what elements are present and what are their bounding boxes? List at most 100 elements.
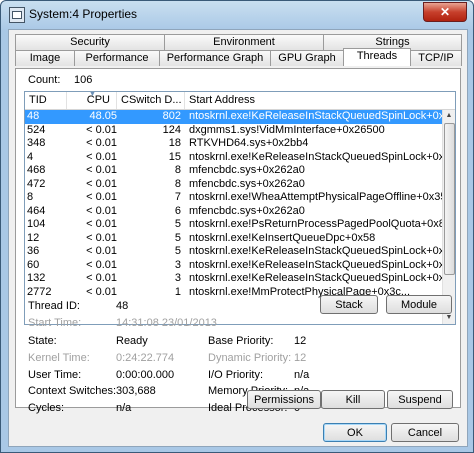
column-header-cswitch[interactable]: CSwitch D... [117,92,185,109]
thread-address-cell: dxgmms1.sys!VidMmInterface+0x26500 [189,123,385,136]
context-switches-label: Context Switches: [28,385,117,397]
thread-address-cell: mfencbdc.sys+0x262a0 [189,204,305,217]
column-header-cpu[interactable]: ▼ CPU [67,92,117,109]
thread-cpu-cell: < 0.01 [86,272,117,284]
thread-cswitch-cell: 3 [174,272,181,284]
base-priority-label: Base Priority: [208,335,274,347]
thread-tid-cell: 348 [27,137,46,149]
count-value: 106 [74,74,93,86]
io-priority-label: I/O Priority: [208,369,264,381]
thread-tid-cell: 472 [27,177,46,190]
base-priority-value: 12 [294,335,307,347]
thread-row[interactable]: 2772 < 0.01 1 ntoskrnl.exe!MmProtectPhysica… [25,286,443,300]
suspend-button[interactable]: Suspend [387,390,453,409]
thread-row[interactable]: 348 < 0.01 18 RTKVHD64.sys+0x2bb4 [25,137,443,151]
thread-cswitch-cell: 5 [174,231,181,244]
tab-image[interactable]: Image [15,50,75,66]
thread-address-cell: mfencbdc.sys+0x262a0 [189,164,305,176]
thread-cpu-cell: < 0.01 [86,191,117,203]
thread-row[interactable]: 60 < 0.01 3 ntoskrnl.exe!KeReleaseInStackQu… [25,259,443,273]
thread-address-cell: mfencbdc.sys+0x262a0 [189,177,305,190]
threads-list[interactable]: TID ▼ CPU CSwitch D... Start Address 48 4… [24,91,456,325]
scroll-thumb[interactable] [444,123,455,275]
thread-tid-cell: 524 [27,123,46,136]
permissions-button[interactable]: Permissions [247,390,321,409]
thread-cswitch-cell: 8 [174,164,181,176]
thread-address-cell: ntoskrnl.exe!KeReleaseInStackQueuedSpinL… [189,245,443,257]
tab-performance-graph[interactable]: Performance Graph [159,50,271,66]
tab-performance[interactable]: Performance [74,50,160,66]
ok-button[interactable]: OK [323,423,387,442]
title-bar[interactable]: System:4 Properties ✕ [1,1,473,29]
thread-rows: 48 48.05 802 ntoskrnl.exe!KeReleaseInStackQ… [25,110,443,299]
thread-cswitch-cell: 8 [174,177,181,190]
sort-arrow-icon: ▼ [89,91,96,98]
cancel-button[interactable]: Cancel [391,423,459,442]
tab-gpu-graph[interactable]: GPU Graph [270,50,344,66]
thread-tid-cell: 12 [27,231,40,244]
thread-row[interactable]: 132 < 0.01 3 ntoskrnl.exe!KeReleaseInStackQ… [25,272,443,286]
thread-cswitch-cell: 5 [174,218,181,230]
thread-tid-cell: 104 [27,218,46,230]
column-header-start-address[interactable]: Start Address [185,92,443,109]
thread-row[interactable]: 104 < 0.01 5 ntoskrnl.exe!PsReturnProcessPa… [25,218,443,232]
thread-cpu-cell: < 0.01 [86,285,117,298]
thread-address-cell: ntoskrnl.exe!KeReleaseInStackQueuedSpinL… [189,272,443,284]
close-button[interactable]: ✕ [423,2,467,22]
tab-environment[interactable]: Environment [164,34,324,50]
thread-row[interactable]: 524 < 0.01 124 dxgmms1.sys!VidMmInterface+0… [25,124,443,138]
thread-cswitch-cell: 6 [174,204,181,217]
dynamic-priority-value: 12 [294,352,307,364]
thread-row[interactable]: 464 < 0.01 6 mfencbdc.sys+0x262a0 [25,205,443,219]
dynamic-priority-label: Dynamic Priority: [208,352,292,364]
column-header-tid[interactable]: TID [25,92,67,109]
thread-tid-cell: 4 [27,150,34,163]
tab-security[interactable]: Security [15,34,165,50]
thread-cpu-cell: < 0.01 [86,245,117,257]
properties-window: System:4 Properties ✕ Security Environme… [0,0,474,453]
thread-address-cell: ntoskrnl.exe!KeReleaseInStackQueuedSpinL… [189,258,443,271]
thread-tid-cell: 132 [27,272,46,284]
thread-tid-cell: 2772 [27,285,52,298]
thread-row[interactable]: 468 < 0.01 8 mfencbdc.sys+0x262a0 [25,164,443,178]
stack-button[interactable]: Stack [320,295,378,314]
thread-cswitch-cell: 124 [162,123,181,136]
thread-tid-cell: 468 [27,164,46,176]
thread-id-label: Thread ID: [28,300,80,312]
thread-address-cell: ntoskrnl.exe!KeReleaseInStackQueuedSpinL… [189,150,443,163]
state-value: Ready [116,335,148,347]
thread-row[interactable]: 48 48.05 802 ntoskrnl.exe!KeReleaseInStackQ… [25,110,443,124]
io-priority-value: n/a [294,369,310,381]
user-time-value: 0:00:00.000 [116,369,175,381]
thread-cswitch-cell: 18 [168,137,181,149]
thread-tid-cell: 36 [27,245,40,257]
kill-button[interactable]: Kill [321,390,385,409]
thread-address-cell: ntoskrnl.exe!KeInsertQueueDpc+0x58 [189,231,376,244]
tab-threads[interactable]: Threads [343,48,411,66]
thread-cpu-cell: < 0.01 [86,231,117,244]
thread-row[interactable]: 36 < 0.01 5 ntoskrnl.exe!KeReleaseInStackQu… [25,245,443,259]
start-time-label: Start Time: [28,317,82,329]
thread-row[interactable]: 12 < 0.01 5 ntoskrnl.exe!KeInsertQueueDpc+0… [25,232,443,246]
tab-tcp-ip[interactable]: TCP/IP [410,50,462,66]
user-time-label: User Time: [28,369,82,381]
thread-row[interactable]: 4 < 0.01 15 ntoskrnl.exe!KeReleaseInStackQu… [25,151,443,165]
window-icon [9,7,25,23]
thread-cpu-cell: < 0.01 [86,204,117,217]
state-label: State: [28,335,57,347]
scroll-up-icon[interactable]: ▲ [443,110,455,122]
thread-cswitch-cell: 15 [168,150,181,163]
thread-cswitch-cell: 3 [174,258,181,271]
list-scrollbar[interactable]: ▲ ▼ [442,110,455,324]
thread-row[interactable]: 8 < 0.01 7 ntoskrnl.exe!WheaAttemptPhysical… [25,191,443,205]
thread-row[interactable]: 472 < 0.01 8 mfencbdc.sys+0x262a0 [25,178,443,192]
dialog-client: Security Environment Strings Image Perfo… [8,29,468,447]
window-title: System:4 Properties [29,7,138,21]
thread-cswitch-cell: 802 [162,110,181,122]
thread-cpu-cell: < 0.01 [86,177,117,190]
thread-tid-cell: 464 [27,204,46,217]
kernel-time-value: 0:24:22.774 [116,352,175,364]
tab-row-front: Image Performance Performance Graph GPU … [15,48,462,66]
thread-tid-cell: 8 [27,191,34,203]
module-button[interactable]: Module [386,295,452,314]
